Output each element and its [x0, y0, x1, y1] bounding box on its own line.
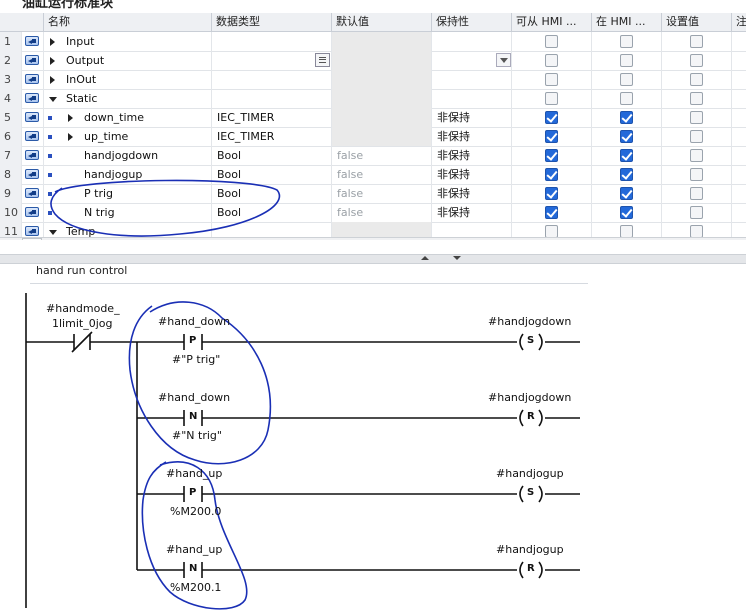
coil-operand[interactable]: #handjogdown	[488, 315, 571, 328]
coil-right-arc	[538, 409, 543, 427]
nc-contact-slash	[71, 331, 93, 353]
coil-left-arc	[519, 409, 524, 427]
edge-contact-type: P	[189, 487, 197, 498]
edge-contact-type: N	[189, 563, 198, 574]
coil-type: S	[527, 335, 535, 346]
edge-memory-bit[interactable]: %M200.0	[170, 505, 221, 518]
annotation-circle-table	[50, 179, 280, 237]
edge-contact-type: N	[189, 411, 198, 422]
edge-contact-type: P	[189, 335, 197, 346]
coil-left-arc	[519, 561, 524, 579]
coil-left-arc	[519, 485, 524, 503]
nc-contact-operand-line2[interactable]: 1limit_0jog	[52, 317, 112, 330]
edge-memory-bit[interactable]: %M200.1	[170, 581, 221, 594]
edge-contact-operand[interactable]: #hand_up	[166, 543, 222, 556]
edge-contact-operand[interactable]: #hand_up	[166, 467, 222, 480]
nc-contact-operand-line1[interactable]: #handmode_	[46, 302, 120, 315]
coil-right-arc	[538, 561, 543, 579]
coil-operand[interactable]: #handjogup	[496, 543, 564, 556]
coil-left-arc	[519, 333, 524, 351]
coil-right-arc	[538, 333, 543, 351]
coil-operand[interactable]: #handjogup	[496, 467, 564, 480]
edge-memory-bit[interactable]: #"N trig"	[172, 429, 222, 442]
coil-operand[interactable]: #handjogdown	[488, 391, 571, 404]
edge-contact-operand[interactable]: #hand_down	[158, 391, 230, 404]
coil-type: R	[527, 411, 535, 422]
edge-memory-bit[interactable]: #"P trig"	[172, 353, 220, 366]
coil-type: R	[527, 563, 535, 574]
coil-type: S	[527, 487, 535, 498]
edge-contact-operand[interactable]: #hand_down	[158, 315, 230, 328]
coil-right-arc	[538, 485, 543, 503]
